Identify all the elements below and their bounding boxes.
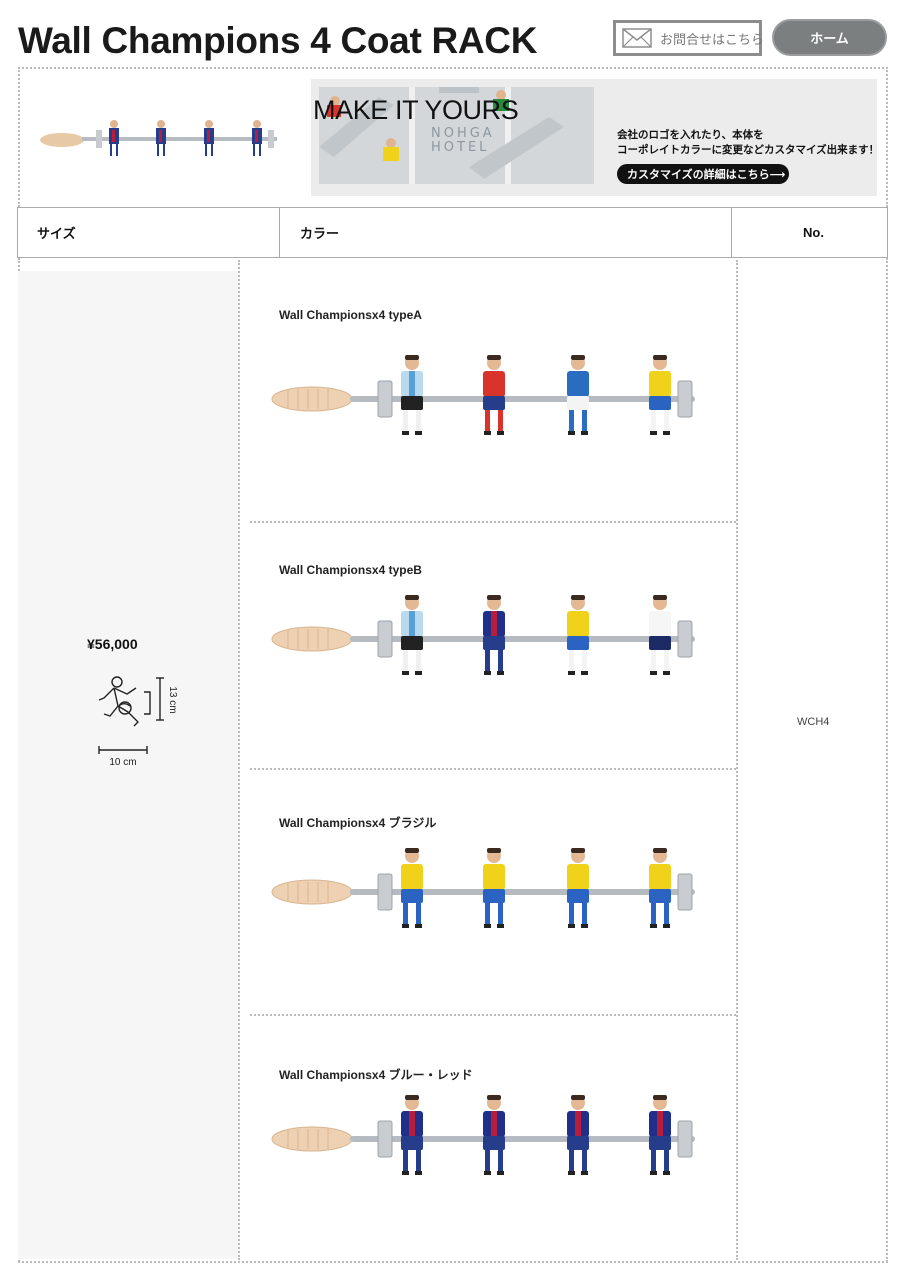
divider xyxy=(886,258,888,1262)
player-figure xyxy=(401,1095,423,1175)
column-header-color: カラー xyxy=(300,226,340,241)
column-header-number: No. xyxy=(803,225,824,240)
product-image xyxy=(262,345,707,460)
hotel-sign-line: HOTEL xyxy=(431,140,490,155)
wall-bracket-right xyxy=(677,1120,693,1158)
banner-description-line: コーポレイトカラーに変更などカスタマイズ出来ます！ xyxy=(617,144,880,156)
player-figure xyxy=(567,355,589,435)
divider xyxy=(250,768,736,770)
product-name: Wall Championsx4 typeB xyxy=(279,563,422,577)
wall-bracket-right xyxy=(677,620,693,658)
banner-description: 会社のロゴを入れたり、本体を コーポレイトカラーに変更などカスタマイズ出来ます！ xyxy=(617,128,879,158)
product-thumbnail xyxy=(30,110,290,170)
divider xyxy=(886,67,888,207)
player-figure xyxy=(483,848,505,928)
player-figure xyxy=(649,355,671,435)
divider xyxy=(18,67,20,207)
product-image xyxy=(262,838,707,953)
product-name: Wall Championsx4 ブラジル xyxy=(279,816,437,830)
product-name: Wall Championsx4 ブルー・レッド xyxy=(279,1068,473,1082)
divider xyxy=(736,260,738,1260)
customize-details-button[interactable]: カスタマイズの詳細はこちら⟶ xyxy=(617,164,789,184)
player-figure xyxy=(567,848,589,928)
player-figure xyxy=(483,595,505,675)
column-header-size: サイズ xyxy=(37,226,76,241)
table-header: サイズ カラー No. xyxy=(17,207,888,258)
coat-rack-illustration xyxy=(271,595,695,675)
wall-bracket-right xyxy=(677,873,693,911)
player-figure xyxy=(649,848,671,928)
coat-rack-illustration xyxy=(271,1095,695,1175)
contact-label: お問合せはこちら xyxy=(660,31,765,47)
player-figure xyxy=(567,1095,589,1175)
size-diagram-icon: 13 cm 10 cm xyxy=(94,672,184,772)
player-figure xyxy=(649,1095,671,1175)
player-figure xyxy=(401,848,423,928)
mail-icon xyxy=(622,28,652,48)
divider xyxy=(250,521,736,523)
rack-handle xyxy=(271,879,353,905)
contact-button[interactable]: お問合せはこちら xyxy=(613,20,765,56)
page-title: Wall Champions 4 Coat RACK xyxy=(18,20,538,61)
banner-description-line: 会社のロゴを入れたり、本体を xyxy=(617,129,764,141)
divider xyxy=(250,1014,736,1016)
price: ¥56,000 xyxy=(87,636,138,652)
player-figure xyxy=(483,355,505,435)
wall-bracket-left xyxy=(377,1120,393,1158)
divider xyxy=(238,260,240,1260)
player-figure xyxy=(401,595,423,675)
divider xyxy=(279,208,280,257)
hotel-sign-line: NOHGA xyxy=(431,126,495,141)
wall-bracket-right xyxy=(677,380,693,418)
product-name: Wall Championsx4 typeA xyxy=(279,308,422,322)
divider xyxy=(731,208,732,257)
coat-rack-illustration xyxy=(271,355,695,435)
coat-rack-illustration xyxy=(271,848,695,928)
wall-bracket-left xyxy=(377,380,393,418)
product-number: WCH4 xyxy=(797,716,830,728)
product-image xyxy=(262,1085,707,1200)
player-figure xyxy=(483,1095,505,1175)
rack-handle xyxy=(271,386,353,412)
banner-headline: MAKE IT YOURS xyxy=(313,95,519,125)
divider xyxy=(18,67,888,69)
product-image xyxy=(262,585,707,700)
wall-bracket-left xyxy=(377,620,393,658)
player-figure xyxy=(567,595,589,675)
player-figure xyxy=(649,595,671,675)
home-button[interactable]: ホーム xyxy=(772,19,887,56)
player-figure xyxy=(401,355,423,435)
height-dimension-label: 13 cm xyxy=(167,686,178,713)
rack-handle xyxy=(271,1126,353,1152)
wall-bracket-left xyxy=(377,873,393,911)
rack-handle xyxy=(271,626,353,652)
divider xyxy=(18,1261,888,1263)
width-dimension-label: 10 cm xyxy=(109,757,136,768)
